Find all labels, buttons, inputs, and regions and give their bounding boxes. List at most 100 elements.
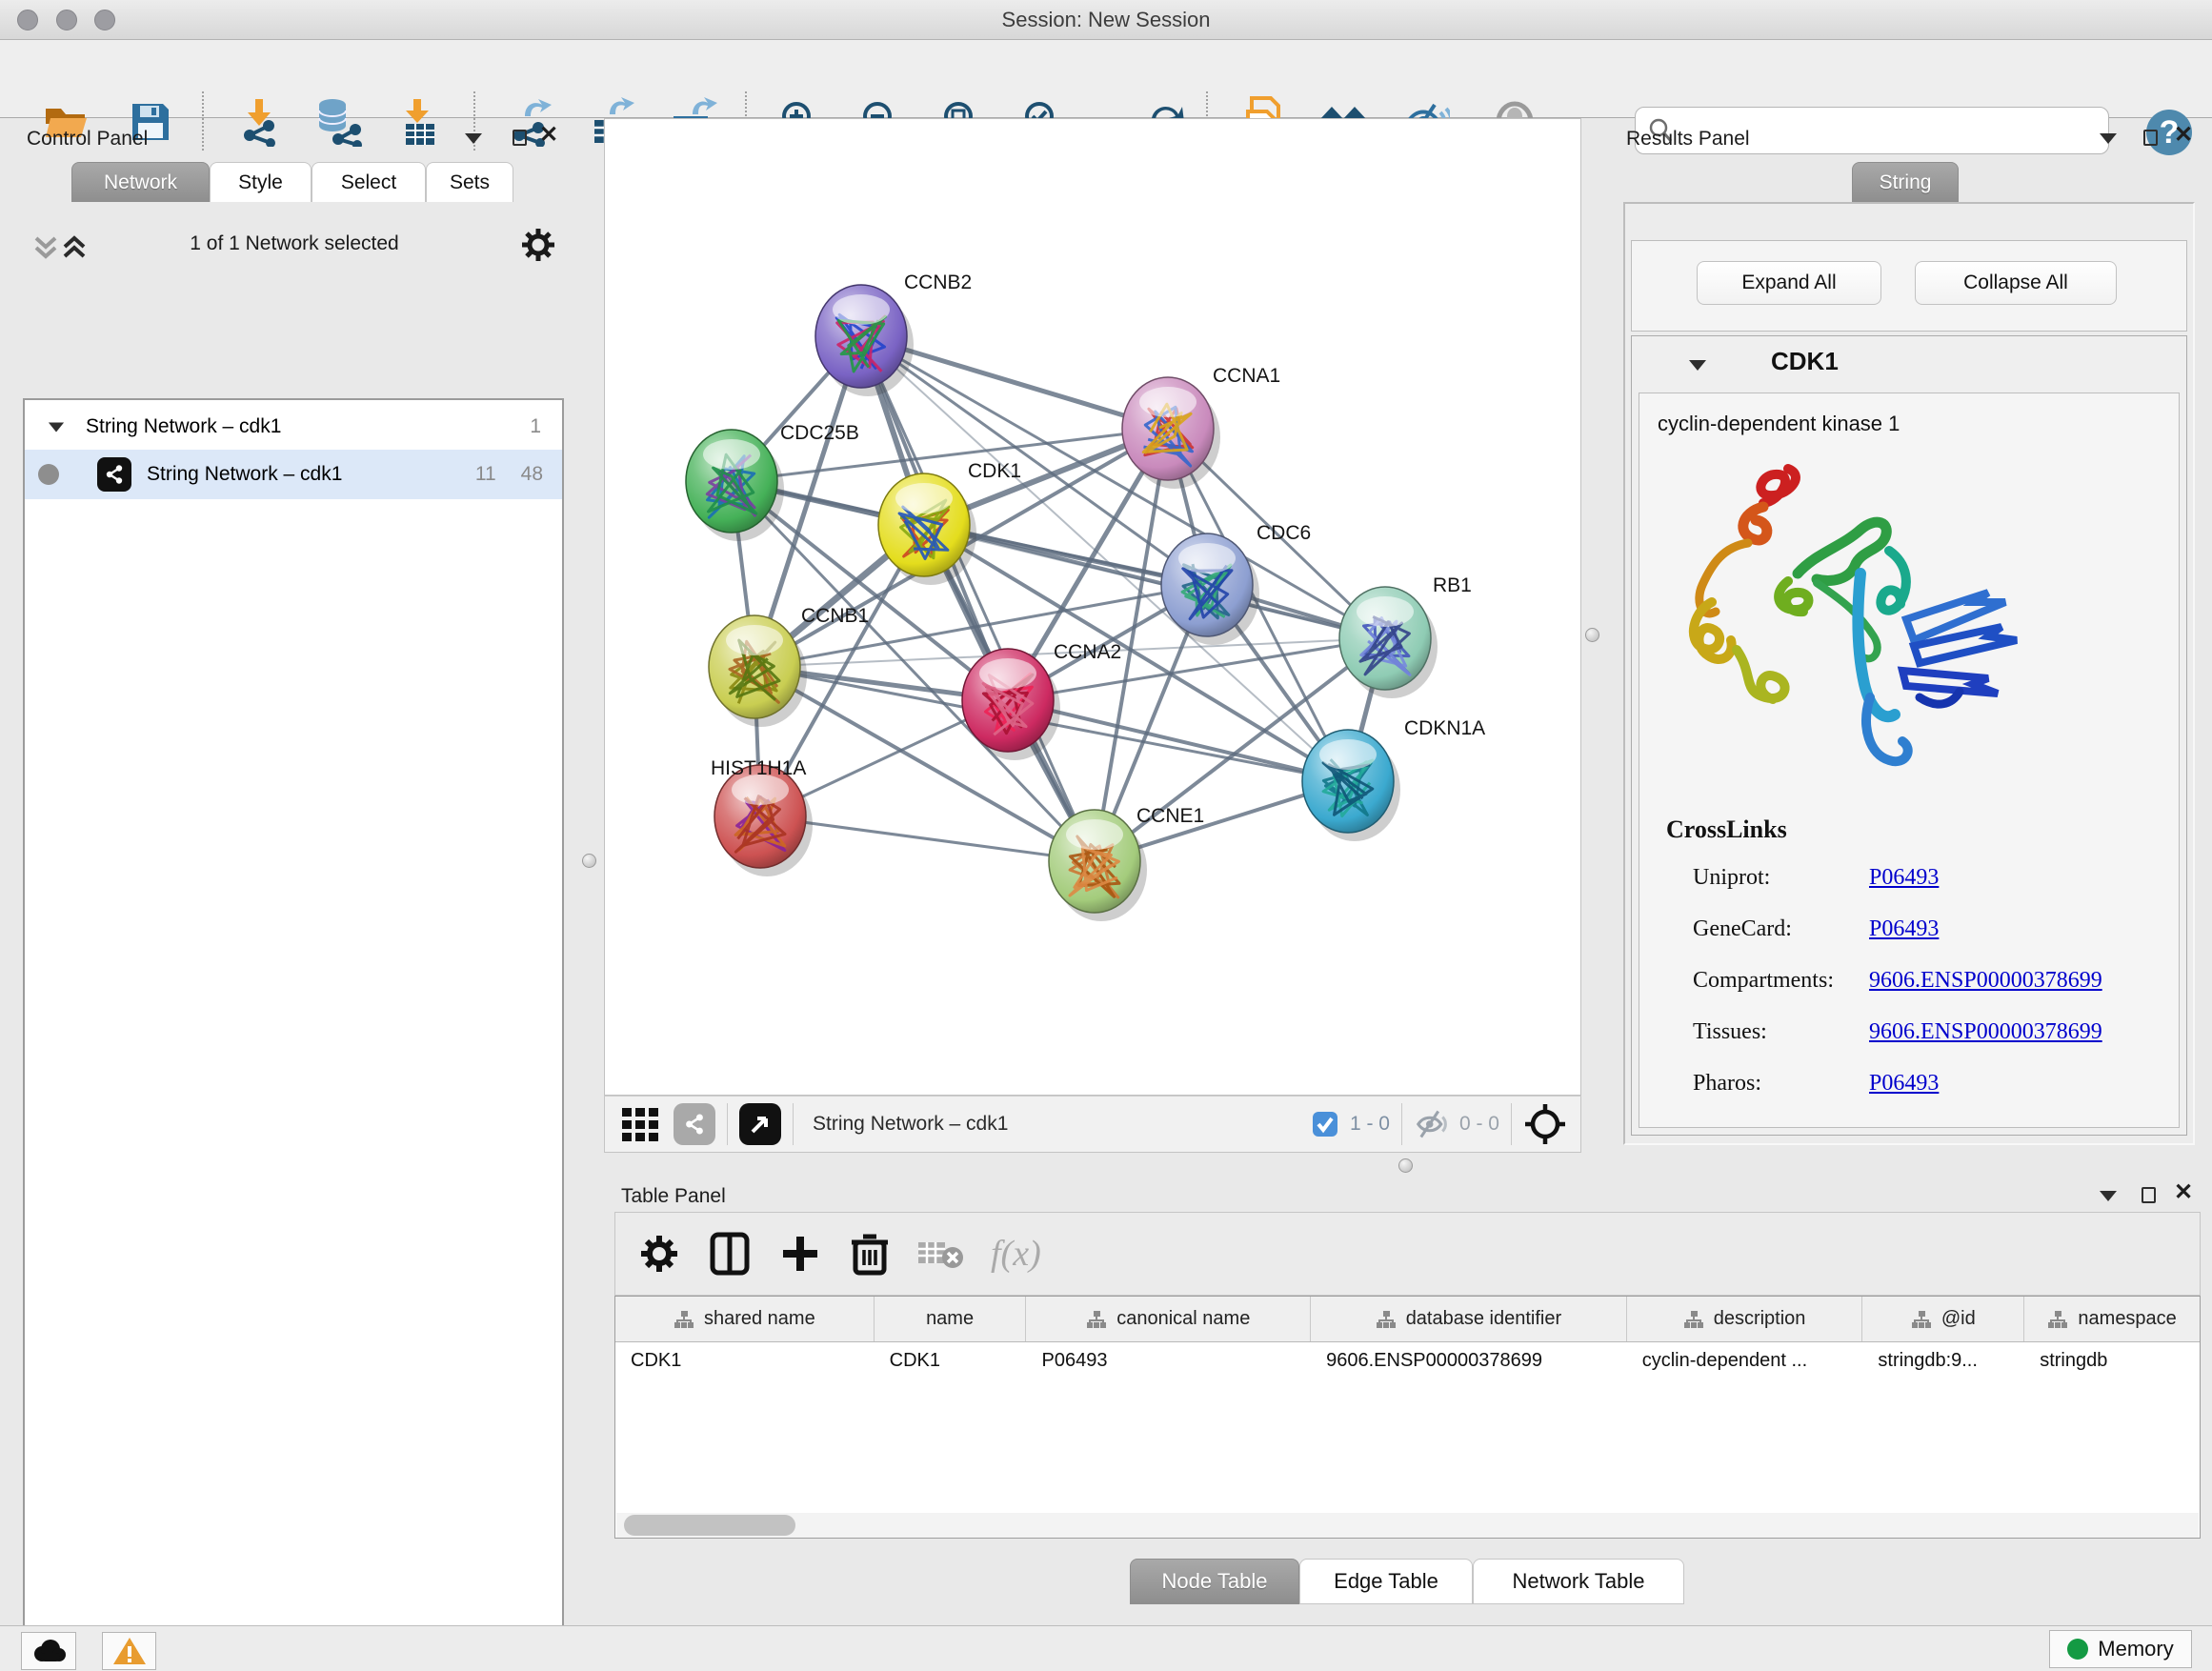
crosslink-label: Tissues: (1693, 1019, 1767, 1045)
network-node-ccne1[interactable]: CCNE1 (1049, 805, 1204, 921)
warning-icon (112, 1636, 147, 1666)
table-toolbar: f(x) (614, 1212, 2201, 1296)
tab-select[interactable]: Select (312, 162, 426, 202)
crosslink-link[interactable]: P06493 (1869, 865, 1939, 891)
panel-minimize-icon[interactable] (2100, 133, 2117, 144)
results-panel-title: Results Panel (1626, 128, 1750, 151)
collapse-all-icon[interactable] (32, 234, 59, 263)
table-settings-gear-icon[interactable] (638, 1233, 680, 1275)
node-table: shared name name canonical name database… (614, 1296, 2201, 1539)
crosslink-label: Uniprot: (1693, 865, 1770, 891)
warning-button[interactable] (102, 1632, 156, 1670)
crosslink-label: Compartments: (1693, 968, 1834, 994)
collection-label: String Network – cdk1 (86, 415, 281, 438)
tab-sets[interactable]: Sets (426, 162, 513, 202)
column-header[interactable]: @id (1862, 1297, 2024, 1341)
grid-layout-icon[interactable] (620, 1104, 660, 1144)
node-label: CCNA1 (1213, 365, 1280, 387)
network-row-label: String Network – cdk1 (147, 463, 342, 486)
expand-all-icon[interactable] (61, 234, 88, 263)
cloud-button[interactable] (21, 1632, 76, 1670)
tab-node-table[interactable]: Node Table (1130, 1559, 1299, 1604)
network-edge[interactable] (861, 336, 1095, 861)
collapse-all-button[interactable]: Collapse All (1915, 261, 2117, 305)
network-selected-status: 1 of 1 Network selected (137, 232, 452, 255)
network-node-ccnb2[interactable]: CCNB2 (815, 272, 972, 396)
network-row-selected[interactable]: String Network – cdk1 11 48 (25, 450, 562, 499)
network-node-ccna2[interactable]: CCNA2 (962, 641, 1121, 760)
left-splitter-handle[interactable] (582, 854, 596, 868)
protein-name: CDK1 (1771, 347, 1839, 376)
birdseye-view-icon[interactable] (739, 1103, 781, 1145)
tab-edge-table[interactable]: Edge Table (1299, 1559, 1473, 1604)
network-view-toolbar: String Network – cdk1 1 - 0 0 - 0 (604, 1096, 1581, 1153)
column-header[interactable]: shared name (615, 1297, 875, 1341)
column-header[interactable]: description (1627, 1297, 1863, 1341)
network-node-rb1[interactable]: RB1 (1339, 574, 1472, 698)
bottom-splitter-handle[interactable] (1398, 1158, 1413, 1173)
string-network-icon (97, 457, 131, 492)
title-bar: Session: New Session (0, 0, 2212, 40)
crosslink-link[interactable]: P06493 (1869, 916, 1939, 942)
panel-float-icon[interactable] (2142, 1187, 2156, 1203)
cytoscape-window: Session: New Session (0, 0, 2212, 1671)
hidden-counts: 0 - 0 (1459, 1113, 1499, 1136)
tab-network[interactable]: Network (71, 162, 210, 202)
hidden-eye-icon[interactable] (1414, 1110, 1450, 1138)
network-collection-row[interactable]: String Network – cdk1 1 (25, 404, 562, 450)
network-node-ccna1[interactable]: CCNA1 (1122, 365, 1280, 489)
network-node-hist1h1a[interactable]: HIST1H1A (711, 757, 813, 876)
panel-close-icon[interactable]: ✕ (2174, 1183, 2193, 1202)
gear-icon[interactable] (520, 227, 556, 263)
node-label: CDK1 (968, 460, 1021, 482)
selected-checkbox-icon[interactable] (1312, 1111, 1338, 1137)
network-selector-bar: 1 of 1 Network selected (23, 219, 564, 280)
control-panel: Control Panel ✕ Network Style Select Set… (0, 118, 604, 1625)
node-label: CDKN1A (1404, 717, 1485, 739)
column-header[interactable]: name (875, 1297, 1027, 1341)
delete-table-icon (916, 1235, 966, 1273)
column-header[interactable]: database identifier (1311, 1297, 1627, 1341)
right-splitter-handle[interactable] (1585, 628, 1599, 642)
column-header[interactable]: canonical name (1026, 1297, 1311, 1341)
panel-minimize-icon[interactable] (465, 133, 482, 144)
panel-float-icon[interactable] (2143, 130, 2158, 146)
crosslink-link[interactable]: 9606.ENSP00000378699 (1869, 968, 2102, 994)
expand-all-button[interactable]: Expand All (1697, 261, 1881, 305)
panel-close-icon[interactable]: ✕ (2174, 126, 2193, 145)
table-header-row: shared name name canonical name database… (615, 1297, 2200, 1342)
network-node-cdc25b[interactable]: CDC25B (686, 422, 859, 541)
network-node-cdk1[interactable]: CDK1 (878, 460, 1021, 585)
network-edge[interactable] (924, 525, 1385, 638)
network-graph: CCNB2CCNA1CDC25BCDK1CDC6RB1CCNB1CCNA2CDK… (605, 119, 1580, 1095)
protein-collapse-icon[interactable] (1689, 360, 1706, 371)
tab-style[interactable]: Style (210, 162, 312, 202)
panel-minimize-icon[interactable] (2100, 1191, 2117, 1201)
crosshair-icon[interactable] (1523, 1102, 1567, 1146)
tab-string[interactable]: String (1852, 162, 1959, 202)
table-hscrollbar-thumb[interactable] (624, 1515, 795, 1536)
memory-button[interactable]: Memory (2049, 1630, 2192, 1668)
table-panel-title: Table Panel (621, 1185, 726, 1208)
network-node-cdkn1a[interactable]: CDKN1A (1302, 717, 1485, 841)
tab-network-table[interactable]: Network Table (1473, 1559, 1684, 1604)
string-style-icon[interactable] (674, 1103, 715, 1145)
column-header[interactable]: namespace (2024, 1297, 2200, 1341)
tree-expand-icon[interactable] (49, 422, 64, 432)
node-label: RB1 (1433, 574, 1472, 596)
cloud-icon (30, 1638, 68, 1664)
node-label: CCNB2 (904, 272, 972, 293)
panel-close-icon[interactable]: ✕ (539, 126, 558, 145)
crosslink-link[interactable]: 9606.ENSP00000378699 (1869, 1019, 2102, 1045)
delete-column-icon[interactable] (850, 1231, 890, 1277)
network-canvas[interactable]: CCNB2CCNA1CDC25BCDK1CDC6RB1CCNB1CCNA2CDK… (604, 118, 1581, 1096)
panel-float-icon[interactable] (513, 130, 527, 146)
table-row[interactable]: CDK1 CDK1 P06493 9606.ENSP00000378699 cy… (615, 1342, 2200, 1379)
show-columns-icon[interactable] (709, 1231, 751, 1277)
selected-counts: 1 - 0 (1350, 1113, 1390, 1136)
table-hscrollbar (616, 1513, 2199, 1538)
add-column-icon[interactable] (779, 1233, 821, 1275)
main-toolbar: ? (0, 40, 2212, 118)
crosslink-link[interactable]: P06493 (1869, 1071, 1939, 1097)
node-label: CDC25B (780, 422, 859, 444)
